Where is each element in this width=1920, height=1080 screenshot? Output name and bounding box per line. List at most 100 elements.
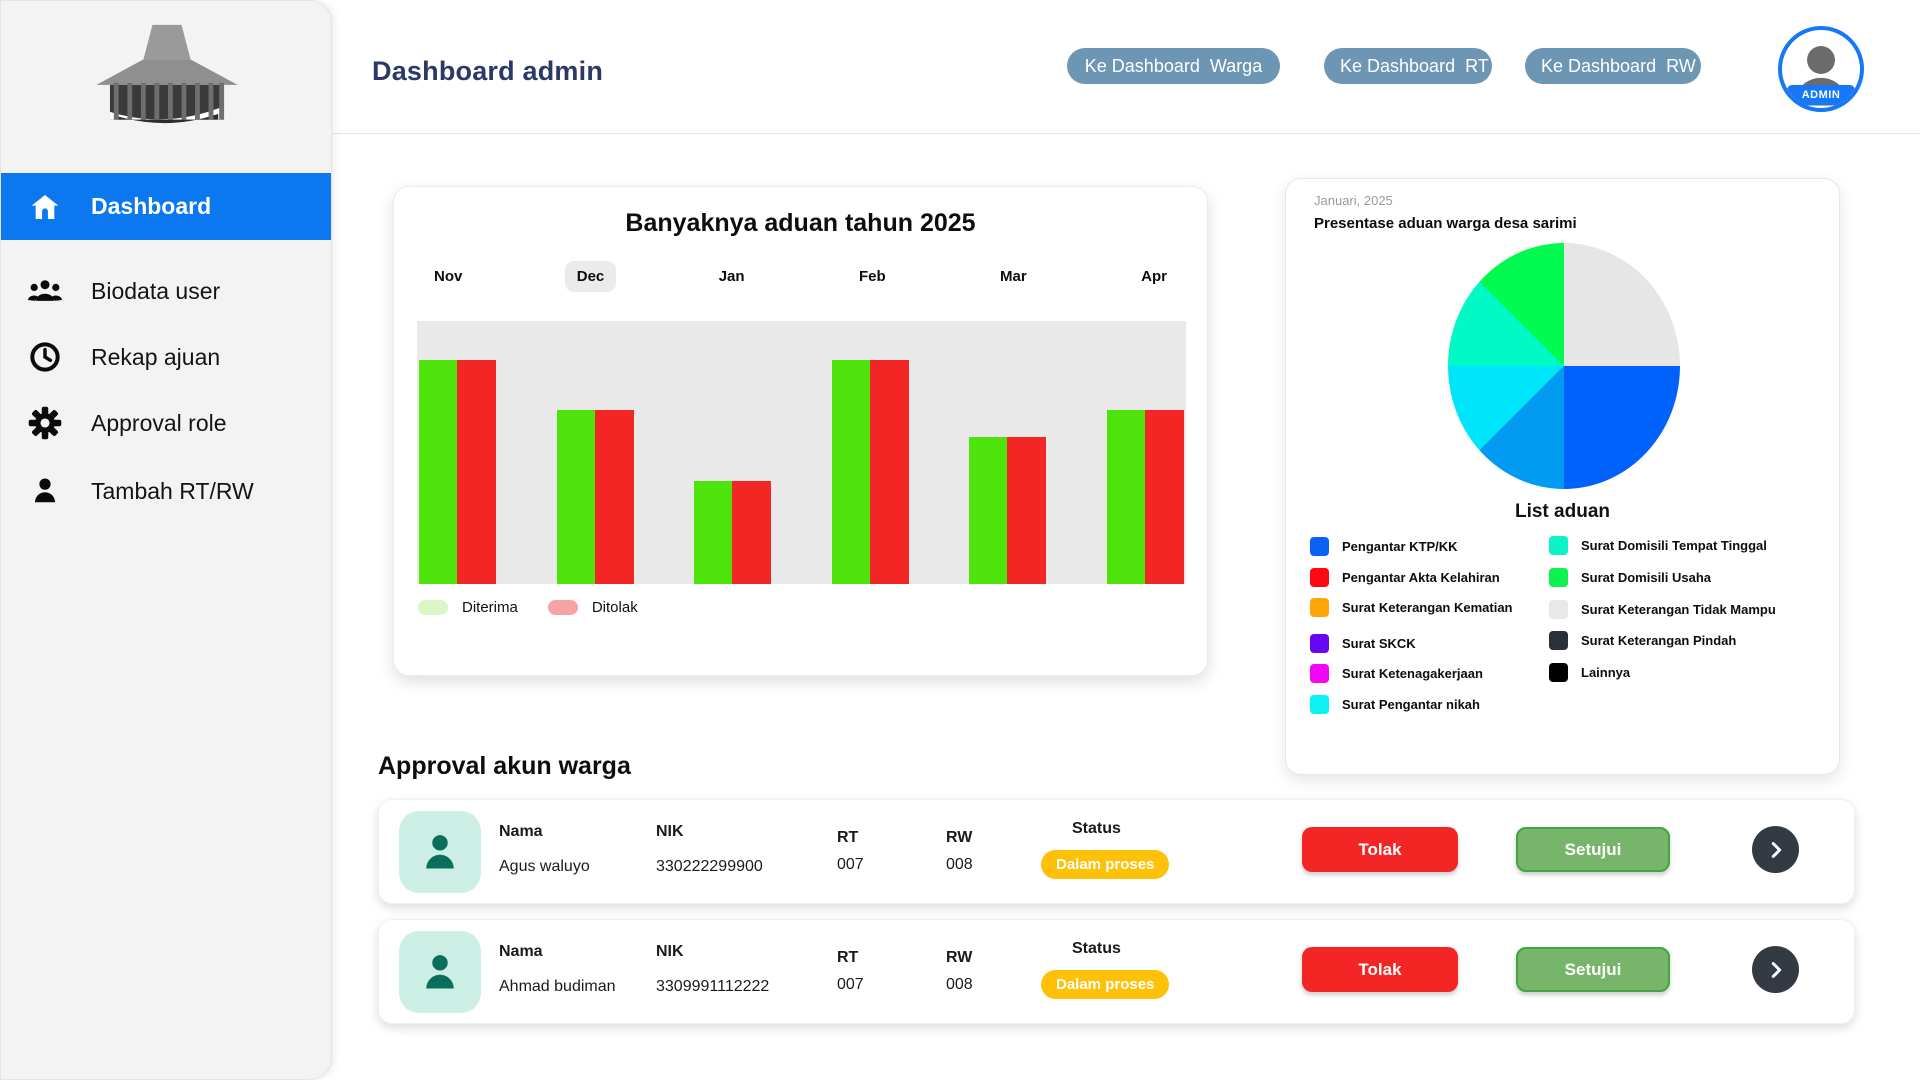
legend-swatch	[1549, 663, 1568, 682]
legend-swatch	[1310, 598, 1329, 617]
legend-item: Lainnya	[1549, 663, 1630, 682]
bar-chart-title: Banyaknya aduan tahun 2025	[394, 209, 1207, 238]
month-tab-mar[interactable]: Mar	[988, 261, 1039, 292]
sidebar-item-approval-role[interactable]: Approval role	[1, 397, 331, 449]
cell-rt: 007	[837, 856, 864, 874]
ditolak-swatch	[548, 600, 578, 615]
month-tabs: Nov Dec Jan Feb Mar Apr	[394, 261, 1207, 292]
village-office-logo	[94, 23, 240, 139]
cell-rw: 008	[946, 976, 973, 994]
bar-pair-jan	[694, 321, 771, 584]
legend-swatch	[1310, 664, 1329, 683]
row-expand-button[interactable]	[1752, 946, 1799, 993]
col-header-status: Status	[1072, 820, 1121, 838]
legend-swatch	[1549, 536, 1568, 555]
sidebar-item-tambah-rt-rw[interactable]: Tambah RT/RW	[1, 465, 331, 517]
gear-icon	[27, 405, 63, 441]
tolak-button[interactable]: Tolak	[1302, 947, 1458, 992]
pie-chart-card: Januari, 2025 Presentase aduan warga des…	[1285, 178, 1840, 775]
person-icon	[418, 830, 462, 874]
legend-item: Pengantar KTP/KK	[1310, 537, 1458, 556]
row-avatar	[399, 931, 481, 1013]
bar-diterima	[557, 410, 595, 584]
sidebar-item-biodata-user[interactable]: Biodata user	[1, 265, 331, 317]
avatar-admin-badge: ADMIN	[1787, 85, 1856, 105]
legend-item: Pengantar Akta Kelahiran	[1310, 568, 1500, 587]
pendopo-building-icon	[94, 23, 240, 139]
bar-diterima	[694, 481, 732, 584]
legend-item: Surat Pengantar nikah	[1310, 695, 1480, 714]
col-header-rw: RW	[946, 949, 972, 967]
sidebar-item-label: Approval role	[91, 410, 227, 437]
col-header-status: Status	[1072, 940, 1121, 958]
cell-nama: Agus waluyo	[499, 858, 590, 876]
legend-item: Surat Keterangan Kematian	[1310, 598, 1513, 617]
chevron-right-icon	[1765, 959, 1787, 981]
bar-pair-apr	[1107, 321, 1184, 584]
home-icon	[27, 189, 63, 225]
bar-ditolak	[457, 360, 496, 584]
diterima-swatch	[418, 600, 448, 615]
col-header-nik: NIK	[656, 943, 684, 961]
col-header-nik: NIK	[656, 823, 684, 841]
bar-pair-dec	[557, 321, 634, 584]
legend-item: Surat SKCK	[1310, 634, 1416, 653]
col-header-rt: RT	[837, 829, 858, 847]
admin-avatar[interactable]: ADMIN	[1778, 26, 1864, 112]
cell-nama: Ahmad budiman	[499, 978, 616, 996]
setujui-button[interactable]: Setujui	[1516, 827, 1670, 872]
pie-chart	[1448, 243, 1680, 489]
person-icon	[27, 473, 63, 509]
approval-row: Nama Agus waluyo NIK 330222299900 RT 007…	[378, 799, 1855, 904]
bar-ditolak	[732, 481, 771, 584]
bar-ditolak	[1145, 410, 1184, 584]
legend-swatch	[1549, 631, 1568, 650]
legend-swatch	[1549, 568, 1568, 587]
legend-item: Surat Domisili Tempat Tinggal	[1549, 536, 1767, 555]
pie-chart-title: Presentase aduan warga desa sarimi	[1314, 215, 1577, 232]
diterima-label: Diterima	[462, 599, 518, 616]
status-badge: Dalam proses	[1041, 970, 1169, 999]
ke-dashboard-rw-button[interactable]: Ke Dashboard RW	[1525, 48, 1701, 84]
cell-rw: 008	[946, 856, 973, 874]
sidebar-item-label: Tambah RT/RW	[91, 478, 254, 505]
bar-ditolak	[1007, 437, 1046, 584]
tolak-button[interactable]: Tolak	[1302, 827, 1458, 872]
status-badge: Dalam proses	[1041, 850, 1169, 879]
page-title: Dashboard admin	[372, 56, 603, 87]
sidebar-item-label: Rekap ajuan	[91, 344, 220, 371]
sidebar-item-rekap-ajuan[interactable]: Rekap ajuan	[1, 331, 331, 383]
month-tab-apr[interactable]: Apr	[1129, 261, 1179, 292]
bar-chart-legend: Diterima Ditolak	[418, 599, 654, 616]
bar-pair-mar	[969, 321, 1046, 584]
users-icon	[27, 273, 63, 309]
legend-item: Surat Keterangan Pindah	[1549, 631, 1736, 650]
month-tab-jan[interactable]: Jan	[707, 261, 757, 292]
approval-section-title: Approval akun warga	[378, 752, 631, 781]
clock-icon	[27, 339, 63, 375]
cell-nik: 330222299900	[656, 858, 763, 876]
legend-item: Surat Domisili Usaha	[1549, 568, 1711, 587]
chevron-right-icon	[1765, 839, 1787, 861]
legend-swatch	[1310, 568, 1329, 587]
row-avatar	[399, 811, 481, 893]
sidebar-item-label: Biodata user	[91, 278, 220, 305]
row-expand-button[interactable]	[1752, 826, 1799, 873]
sidebar-item-dashboard[interactable]: Dashboard	[1, 173, 331, 240]
col-header-nama: Nama	[499, 943, 543, 961]
legend-swatch	[1310, 634, 1329, 653]
setujui-button[interactable]: Setujui	[1516, 947, 1670, 992]
month-tab-nov[interactable]: Nov	[422, 261, 474, 292]
bar-ditolak	[595, 410, 634, 584]
legend-item: Surat Ketenagakerjaan	[1310, 664, 1483, 683]
sidebar: Dashboard Biodata user Rekap ajuan	[0, 0, 332, 1080]
header-divider	[333, 133, 1920, 134]
month-tab-dec[interactable]: Dec	[565, 261, 617, 292]
ditolak-label: Ditolak	[592, 599, 638, 616]
month-tab-feb[interactable]: Feb	[847, 261, 898, 292]
bar-diterima	[832, 360, 870, 584]
approval-row: Nama Ahmad budiman NIK 3309991112222 RT …	[378, 919, 1855, 1024]
ke-dashboard-rt-button[interactable]: Ke Dashboard RT	[1324, 48, 1492, 84]
bar-ditolak	[870, 360, 909, 584]
ke-dashboard-warga-button[interactable]: Ke Dashboard Warga	[1067, 48, 1280, 84]
